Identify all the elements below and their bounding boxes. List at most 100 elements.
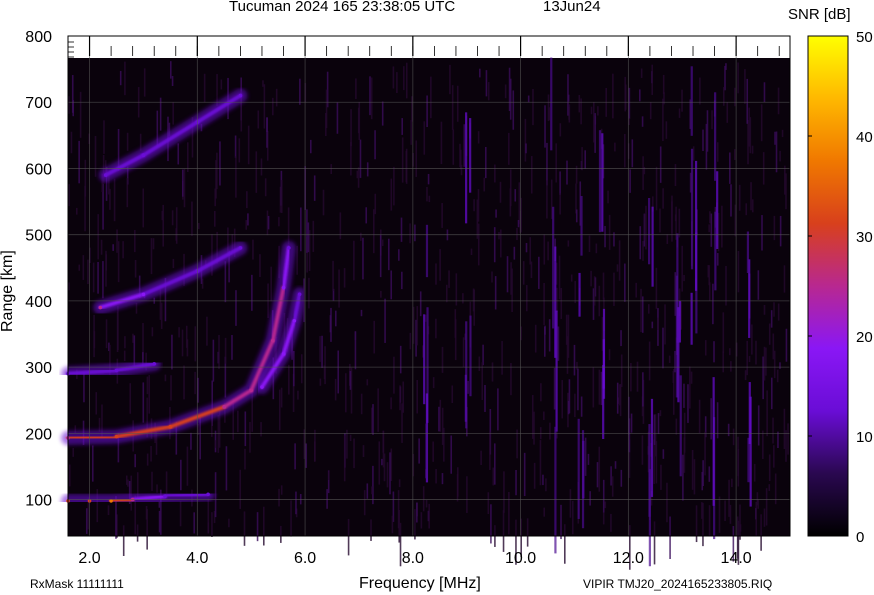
interference-mark bbox=[465, 321, 468, 429]
noise-mark bbox=[427, 173, 430, 185]
noise-mark bbox=[146, 453, 149, 466]
noise-mark bbox=[559, 123, 562, 137]
noise-mark bbox=[516, 227, 518, 241]
noise-mark bbox=[608, 349, 611, 361]
noise-mark bbox=[272, 97, 274, 116]
noise-mark bbox=[765, 347, 767, 376]
noise-mark bbox=[219, 141, 221, 186]
noise-mark bbox=[409, 332, 412, 350]
interference-mark bbox=[469, 315, 472, 397]
noise-mark bbox=[746, 78, 749, 124]
noise-mark bbox=[98, 417, 101, 432]
noise-mark bbox=[186, 339, 189, 357]
noise-mark bbox=[251, 274, 253, 311]
noise-mark bbox=[451, 85, 454, 130]
noise-mark bbox=[305, 443, 308, 468]
trace-point bbox=[168, 424, 173, 429]
noise-mark bbox=[616, 382, 619, 414]
noise-mark bbox=[587, 453, 590, 465]
interference-mark bbox=[714, 92, 717, 181]
noise-mark bbox=[733, 149, 736, 161]
noise-mark bbox=[146, 376, 149, 395]
noise-mark bbox=[561, 380, 564, 419]
noise-mark bbox=[659, 410, 662, 417]
noise-mark bbox=[179, 501, 182, 527]
noise-mark bbox=[116, 229, 118, 253]
noise-mark bbox=[386, 462, 389, 488]
interference-mark bbox=[577, 418, 580, 519]
noise-mark bbox=[527, 95, 530, 103]
noise-mark bbox=[183, 365, 185, 400]
noise-mark bbox=[768, 323, 771, 345]
noise-mark bbox=[249, 421, 251, 453]
noise-mark bbox=[674, 164, 677, 187]
noise-mark bbox=[510, 363, 512, 396]
noise-mark bbox=[172, 102, 174, 125]
noise-mark bbox=[231, 335, 233, 360]
noise-mark bbox=[216, 74, 218, 107]
noise-mark bbox=[124, 61, 126, 96]
noise-mark bbox=[630, 413, 633, 433]
y-tick-label: 600 bbox=[25, 161, 52, 178]
noise-mark bbox=[143, 68, 146, 97]
colorbar-tick-label: 40 bbox=[856, 129, 873, 146]
top-strip bbox=[68, 36, 790, 58]
noise-mark bbox=[280, 525, 282, 543]
noise-mark bbox=[92, 262, 95, 293]
noise-mark bbox=[353, 438, 355, 469]
noise-mark bbox=[619, 384, 622, 417]
interference-mark bbox=[550, 49, 553, 151]
noise-mark bbox=[91, 445, 94, 482]
noise-mark bbox=[420, 512, 423, 529]
trace-point bbox=[238, 93, 243, 98]
noise-mark bbox=[445, 284, 448, 303]
noise-mark bbox=[350, 109, 352, 147]
noise-mark bbox=[260, 158, 263, 176]
noise-mark bbox=[139, 133, 142, 151]
noise-mark bbox=[450, 435, 453, 474]
noise-mark bbox=[369, 76, 371, 116]
noise-mark bbox=[493, 227, 496, 263]
noise-mark bbox=[377, 388, 379, 432]
noise-mark bbox=[721, 205, 723, 248]
noise-mark bbox=[648, 304, 650, 314]
noise-mark bbox=[354, 331, 357, 370]
noise-mark bbox=[384, 298, 386, 343]
noise-mark bbox=[308, 277, 310, 309]
noise-mark bbox=[608, 214, 611, 250]
noise-mark bbox=[590, 270, 592, 287]
noise-mark bbox=[653, 414, 656, 445]
noise-mark bbox=[448, 270, 450, 288]
noise-mark bbox=[526, 518, 529, 547]
noise-mark bbox=[542, 474, 544, 486]
colorbar-tick-label: 50 bbox=[856, 29, 873, 46]
noise-mark bbox=[709, 211, 711, 224]
noise-mark bbox=[567, 240, 570, 247]
noise-mark bbox=[729, 348, 731, 356]
noise-mark bbox=[183, 168, 186, 208]
noise-mark bbox=[85, 508, 88, 534]
noise-mark bbox=[260, 422, 262, 437]
x-tick-label: 4.0 bbox=[186, 550, 208, 567]
noise-mark bbox=[256, 512, 259, 542]
noise-mark bbox=[494, 164, 496, 183]
noise-mark bbox=[454, 309, 457, 338]
noise-mark bbox=[628, 87, 631, 119]
trace-point bbox=[287, 246, 291, 250]
noise-mark bbox=[772, 333, 775, 360]
noise-mark bbox=[360, 393, 363, 415]
noise-mark bbox=[785, 430, 787, 462]
noise-mark bbox=[687, 384, 689, 423]
noise-mark bbox=[403, 66, 405, 91]
noise-mark bbox=[93, 331, 96, 349]
noise-mark bbox=[214, 210, 216, 227]
noise-mark bbox=[135, 302, 138, 314]
noise-mark bbox=[492, 467, 495, 486]
noise-mark bbox=[244, 448, 246, 470]
noise-mark bbox=[151, 327, 154, 337]
noise-mark bbox=[592, 102, 595, 143]
noise-mark bbox=[482, 344, 484, 366]
noise-mark bbox=[751, 199, 754, 213]
noise-mark bbox=[783, 408, 786, 450]
noise-mark bbox=[372, 465, 374, 505]
